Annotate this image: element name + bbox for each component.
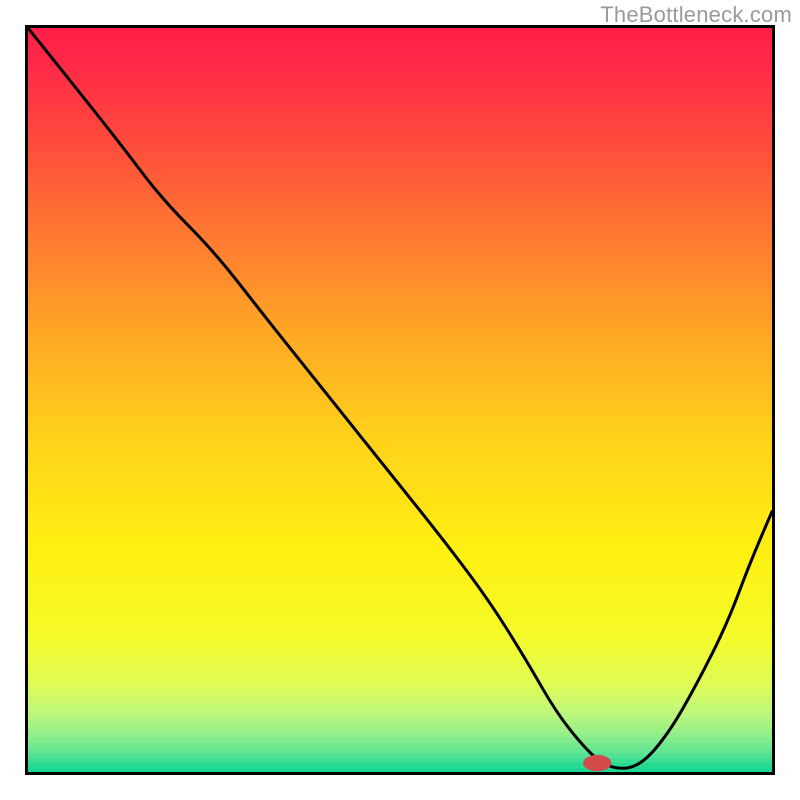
watermark-text: TheBottleneck.com <box>600 2 792 28</box>
chart-stage: TheBottleneck.com <box>0 0 800 800</box>
plot-area <box>25 25 775 775</box>
optimal-point-marker <box>583 755 611 771</box>
bottleneck-curve <box>28 28 772 768</box>
curve-layer <box>28 28 772 772</box>
